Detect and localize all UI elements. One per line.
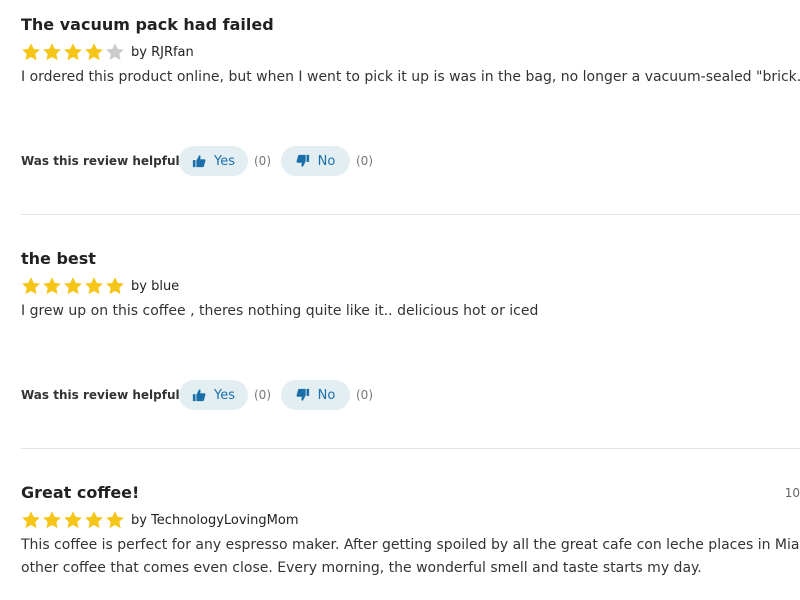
thumbs-down-icon — [296, 388, 310, 402]
review-body-line: I grew up on this coffee , theres nothin… — [21, 303, 539, 319]
star-filled-icon — [105, 510, 125, 530]
yes-count: (0) — [254, 388, 271, 402]
review-card: Great coffee! 10 by TechnologyLovingMom … — [21, 483, 800, 600]
star-filled-icon — [105, 276, 125, 296]
yes-count: (0) — [254, 154, 271, 168]
vote-no-button[interactable]: No — [281, 146, 350, 176]
review-title: the best — [21, 249, 96, 268]
vote-no-button[interactable]: No — [281, 380, 350, 410]
thumbs-up-icon — [192, 388, 206, 402]
review-body: This coffee is perfect for any espresso … — [21, 534, 800, 580]
star-filled-icon — [63, 276, 83, 296]
rating-row: by TechnologyLovingMom — [21, 510, 299, 530]
star-filled-icon — [84, 510, 104, 530]
star-filled-icon — [42, 510, 62, 530]
review-divider — [21, 214, 800, 215]
star-filled-icon — [84, 276, 104, 296]
vote-no-label: No — [317, 153, 336, 169]
star-empty-icon — [105, 42, 125, 62]
star-filled-icon — [63, 510, 83, 530]
review-body-line: I ordered this product online, but when … — [21, 69, 800, 85]
helpful-row: Was this review helpful? Yes (0) No (0) — [21, 380, 383, 410]
review-date: 10 — [784, 486, 800, 500]
review-card: The vacuum pack had failed by RJRfan I o… — [21, 15, 800, 215]
review-author: by TechnologyLovingMom — [131, 512, 299, 528]
star-rating — [21, 276, 126, 296]
helpful-prompt: Was this review helpful? — [21, 388, 187, 402]
helpful-prompt: Was this review helpful? — [21, 154, 187, 168]
vote-yes-label: Yes — [214, 387, 235, 403]
vote-no-label: No — [317, 387, 336, 403]
helpful-row: Was this review helpful? Yes (0) No (0) — [21, 146, 383, 176]
review-author: by blue — [131, 278, 180, 294]
star-filled-icon — [21, 42, 41, 62]
review-divider — [21, 448, 800, 449]
review-title: The vacuum pack had failed — [21, 15, 274, 34]
star-filled-icon — [21, 510, 41, 530]
review-body: I ordered this product online, but when … — [21, 66, 800, 89]
review-card: the best by blue I grew up on this coffe… — [21, 249, 800, 449]
review-body-line: other coffee that comes even close. Ever… — [21, 560, 702, 576]
rating-row: by RJRfan — [21, 42, 194, 62]
star-rating — [21, 510, 126, 530]
vote-yes-button[interactable]: Yes — [179, 380, 248, 410]
star-filled-icon — [84, 42, 104, 62]
rating-row: by blue — [21, 276, 179, 296]
star-filled-icon — [63, 42, 83, 62]
star-filled-icon — [42, 42, 62, 62]
vote-yes-label: Yes — [214, 153, 235, 169]
review-body: I grew up on this coffee , theres nothin… — [21, 300, 800, 323]
star-filled-icon — [42, 276, 62, 296]
review-author: by RJRfan — [131, 44, 194, 60]
vote-yes-button[interactable]: Yes — [179, 146, 248, 176]
star-filled-icon — [21, 276, 41, 296]
no-count: (0) — [356, 388, 373, 402]
star-rating — [21, 42, 126, 62]
thumbs-down-icon — [296, 154, 310, 168]
no-count: (0) — [356, 154, 373, 168]
review-body-line: This coffee is perfect for any espresso … — [21, 537, 800, 553]
review-title: Great coffee! — [21, 483, 140, 502]
thumbs-up-icon — [192, 154, 206, 168]
reviews-page: The vacuum pack had failed by RJRfan I o… — [0, 0, 800, 600]
